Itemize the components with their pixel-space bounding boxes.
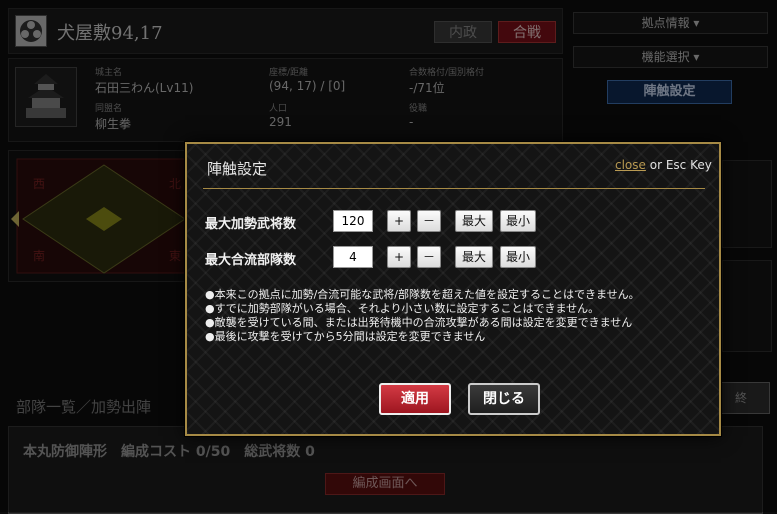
mini-map[interactable]: 西 北 南 東 xyxy=(8,150,200,282)
map-label-north: 北 xyxy=(169,177,182,191)
map-label-south: 南 xyxy=(33,249,46,263)
max-reinforce-plus-button[interactable]: + xyxy=(387,210,411,232)
dialog-close-hint: close or Esc Key xyxy=(615,158,712,172)
note-item: ●本来この拠点に加勢/合流可能な武将/部隊数を超えた値を設定することはできません… xyxy=(205,288,640,301)
dialog-title: 陣触設定 xyxy=(207,160,268,178)
formation-screen-button[interactable]: 編成画面へ xyxy=(325,473,445,495)
note-item: ●敵襲を受けている間、または出発待機中の合流攻撃がある間は設定を変更できません xyxy=(205,316,633,329)
map-label-east: 東 xyxy=(169,249,182,263)
note-item: ●最後に攻撃を受けてから5分間は設定を変更できません xyxy=(205,330,486,343)
max-merge-input[interactable] xyxy=(333,246,373,268)
base-emblem-icon xyxy=(15,15,47,47)
max-merge-max-button[interactable]: 最大 xyxy=(455,246,493,268)
coord-value: (94, 17) / [0] xyxy=(269,79,346,93)
castle-owner: 石田三わん(Lv11) xyxy=(95,81,194,95)
population-value: 291 xyxy=(269,115,292,129)
alliance-label: 同盟名 xyxy=(95,104,123,114)
rank-label: 合数格付/国別格付 xyxy=(409,68,485,78)
base-info-menu[interactable]: 拠点情報 ▾ xyxy=(573,12,768,34)
coord-label: 座標/距離 xyxy=(269,68,309,78)
right-side-panel-2 xyxy=(722,260,772,352)
right-side-panel-1 xyxy=(722,160,772,248)
max-merge-plus-button[interactable]: + xyxy=(387,246,411,268)
max-reinforce-minus-button[interactable]: － xyxy=(417,210,441,232)
close-link[interactable]: close xyxy=(615,158,646,172)
jinsho-settings-dialog: 陣触設定 close or Esc Key 最大加勢武将数 + － 最大 最小 … xyxy=(185,142,721,436)
alliance-name[interactable]: 柳生拳 xyxy=(95,115,131,132)
base-title: 犬屋敷94,17 xyxy=(57,23,163,44)
castle-icon xyxy=(15,67,77,127)
tab-naisei[interactable]: 内政 xyxy=(434,21,492,43)
base-header: 犬屋敷94,17 内政 合戦 xyxy=(8,8,563,54)
note-item: ●すでに加勢部隊がいる場合、それより小さい数に設定することはできません。 xyxy=(205,302,600,315)
population-label: 人口 xyxy=(269,104,288,114)
function-select-menu[interactable]: 機能選択 ▾ xyxy=(573,46,768,68)
map-label-west: 西 xyxy=(33,177,46,191)
base-info-panel: 城主名 石田三わん(Lv11) 同盟名 柳生拳 座標/距離 (94, 17) /… xyxy=(8,58,563,142)
title-divider xyxy=(203,188,705,189)
max-reinforce-input[interactable] xyxy=(333,210,373,232)
units-list-label: 部隊一覧／加勢出陣 xyxy=(16,398,152,416)
max-merge-min-button[interactable]: 最小 xyxy=(500,246,536,268)
max-merge-minus-button[interactable]: － xyxy=(417,246,441,268)
tab-kassen[interactable]: 合戦 xyxy=(498,21,556,43)
max-reinforce-min-button[interactable]: 最小 xyxy=(500,210,536,232)
jinsho-settings-button[interactable]: 陣触設定 xyxy=(607,80,732,104)
close-hint-suffix: or Esc Key xyxy=(645,158,712,172)
rank-value: -/71位 xyxy=(409,81,445,95)
honmaru-panel: 本丸防御陣形 編成コスト 0/50 総武将数 0 編成画面へ xyxy=(8,426,763,514)
role-value: - xyxy=(409,115,414,129)
max-reinforce-max-button[interactable]: 最大 xyxy=(455,210,493,232)
close-button[interactable]: 閉じる xyxy=(468,383,540,415)
max-reinforce-label: 最大加勢武将数 xyxy=(205,217,297,232)
castle-owner-label: 城主名 xyxy=(95,68,123,78)
max-merge-label: 最大合流部隊数 xyxy=(205,253,297,268)
role-label: 役職 xyxy=(409,104,428,114)
notes-list: ●本来この拠点に加勢/合流可能な武将/部隊数を超えた値を設定することはできません… xyxy=(205,288,705,344)
honmaru-title: 本丸防御陣形 編成コスト 0/50 総武将数 0 xyxy=(23,444,315,460)
apply-button[interactable]: 適用 xyxy=(379,383,451,415)
